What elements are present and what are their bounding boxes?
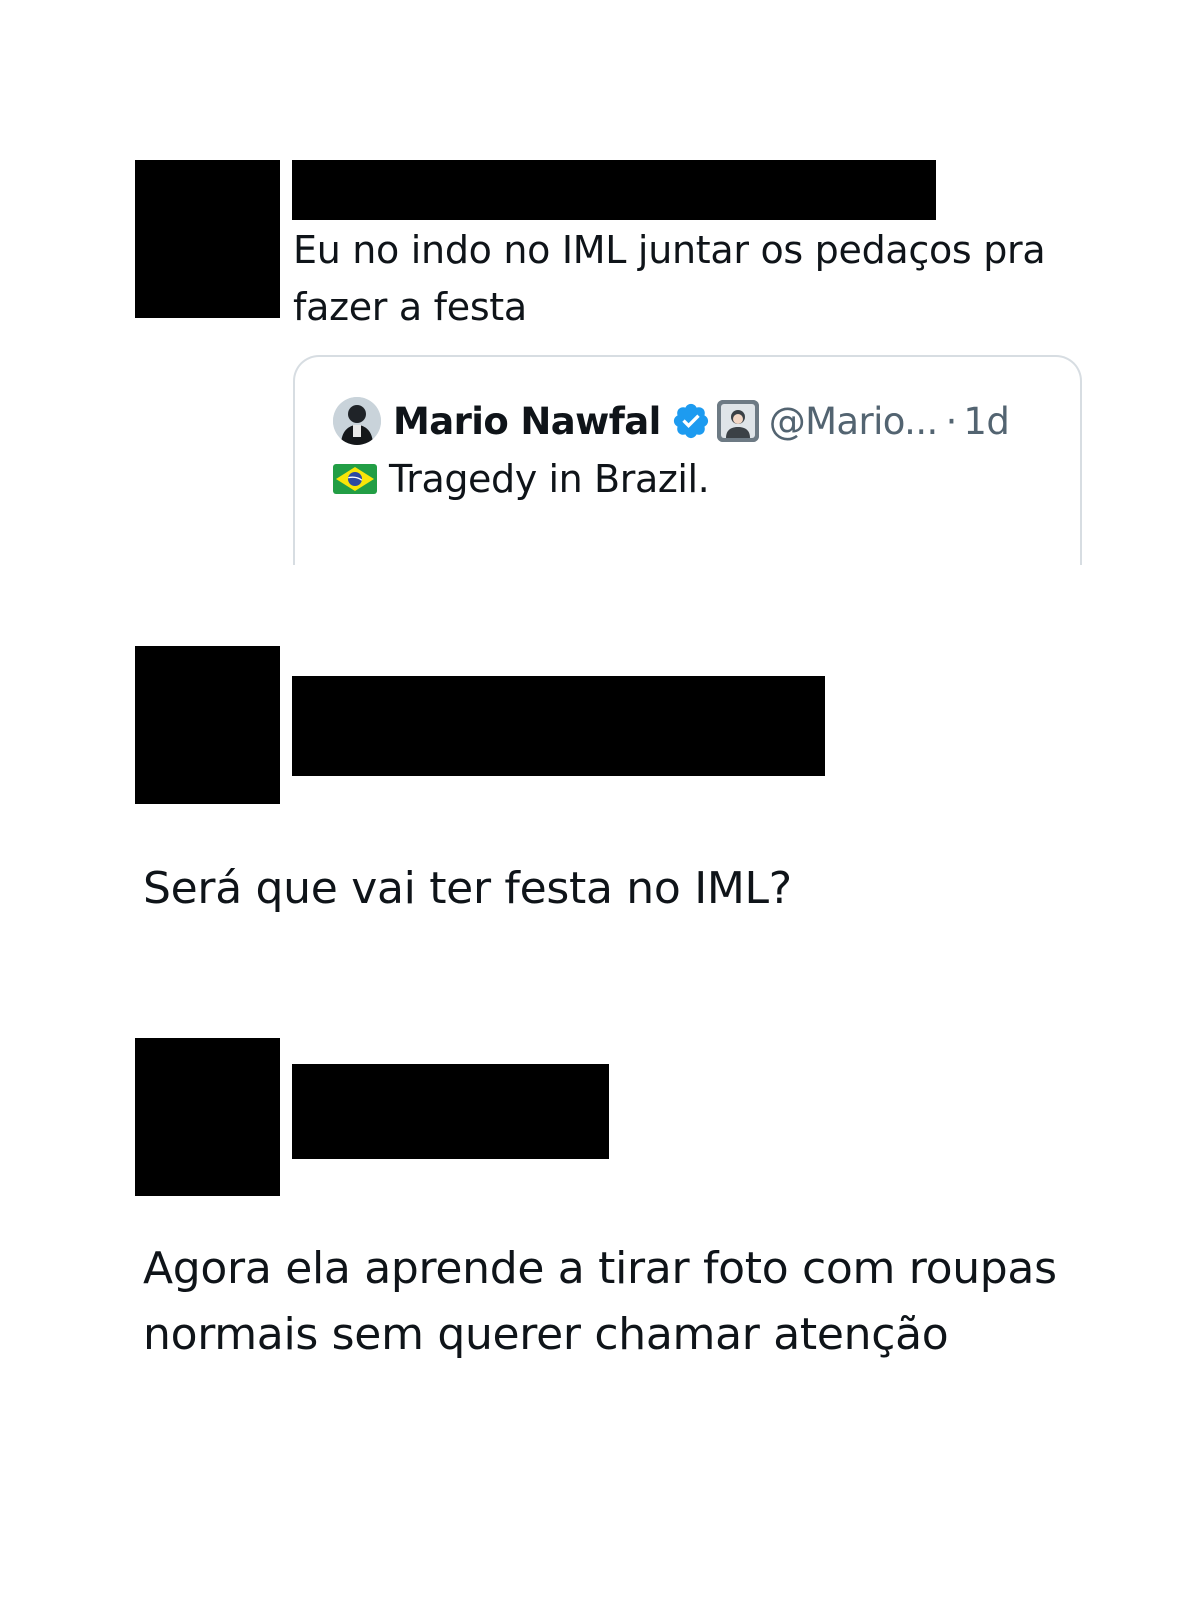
avatar[interactable] [333,397,381,445]
affiliate-badge-icon [716,400,759,442]
redacted-username [292,160,936,220]
quoted-tweet-text: Tragedy in Brazil. [389,457,710,501]
redacted-avatar [135,1038,280,1196]
quoted-author-handle[interactable]: @Mario... [769,400,939,443]
brazil-flag-icon [333,464,377,494]
tweet-text: Eu no indo no IML juntar os pedaços pra … [293,228,1046,329]
quoted-author-name[interactable]: Mario Nawfal [393,400,661,443]
quoted-tweet-header: Mario Nawfal @Mario... · 1d [333,395,1010,447]
quoted-tweet-card[interactable]: Mario Nawfal @Mario... · 1d Tragedy in B… [293,355,1082,565]
redacted-username [292,1064,609,1159]
quoted-tweet-body: Tragedy in Brazil. [333,457,710,501]
redacted-avatar [135,160,280,318]
redacted-avatar [135,646,280,804]
tweet-text: Agora ela aprende a tirar foto com roupa… [143,1243,1057,1360]
tweet-text: Será que vai ter festa no IML? [143,863,792,914]
quoted-timestamp[interactable]: 1d [963,400,1009,443]
redacted-username [292,676,825,776]
separator-dot: · [945,399,958,443]
verified-badge-icon [673,403,708,439]
